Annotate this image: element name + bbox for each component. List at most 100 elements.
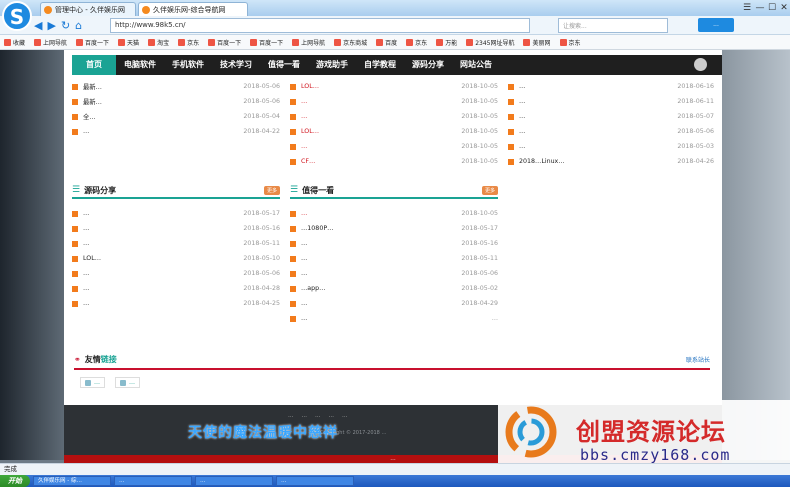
bullet-icon: [290, 158, 296, 165]
list-item[interactable]: … 2018-05-03: [508, 139, 714, 154]
nav-item[interactable]: 网站公告: [452, 55, 500, 75]
list-item[interactable]: 最新… 2018-05-06: [72, 79, 280, 94]
taskbar-item[interactable]: …: [195, 476, 273, 486]
friend-link-1[interactable]: …: [80, 377, 105, 388]
back-icon[interactable]: ◀: [34, 19, 42, 32]
nav-buttons: ◀ ▶ ↻ ⌂: [34, 18, 82, 33]
list-item[interactable]: … 2018-04-28: [72, 281, 280, 296]
footer-link[interactable]: …: [315, 413, 321, 419]
more-button[interactable]: 更多: [481, 185, 498, 195]
item-date: 2018-10-05: [461, 210, 498, 217]
more-button[interactable]: 更多: [263, 185, 280, 195]
list-item[interactable]: LOL… 2018-10-05: [290, 79, 498, 94]
list-item[interactable]: … 2018-05-11: [72, 236, 280, 251]
list-item[interactable]: … 2018-06-16: [508, 79, 714, 94]
list-item[interactable]: …app… 2018-05-02: [290, 281, 498, 296]
nav-item[interactable]: 游戏助手: [308, 55, 356, 75]
bookmark-item[interactable]: 2345网址导航: [466, 38, 514, 47]
list-item[interactable]: LOL… 2018-10-05: [290, 124, 498, 139]
bullet-icon: [72, 98, 78, 105]
list-item[interactable]: … 2018-05-11: [290, 251, 498, 266]
footer-link[interactable]: …: [329, 413, 335, 419]
bookmark-item[interactable]: 百度一下: [250, 38, 283, 47]
item-date: 2018-05-06: [461, 270, 498, 277]
item-date: 2018-10-05: [461, 143, 498, 150]
bullet-icon: [508, 158, 514, 165]
section-header-source: ☰ 源码分享 更多: [72, 183, 280, 199]
bookmark-item[interactable]: 百度一下: [208, 38, 241, 47]
bookmark-item[interactable]: 京东: [178, 38, 199, 47]
list-item[interactable]: … 2018-10-05: [290, 206, 498, 221]
bookmark-item[interactable]: 百度: [376, 38, 397, 47]
list-item[interactable]: … 2018-04-29: [290, 296, 498, 311]
bookmark-item[interactable]: 淘宝: [148, 38, 169, 47]
list-item[interactable]: …1080P… 2018-05-17: [290, 221, 498, 236]
url-input[interactable]: http://www.98k5.cn/: [110, 18, 530, 33]
bookmark-item[interactable]: 上网导航: [292, 38, 325, 47]
menu-icon[interactable]: ☰: [740, 2, 754, 14]
list-item[interactable]: … 2018-10-05: [290, 109, 498, 124]
bookmark-label: 百度一下: [85, 39, 110, 47]
bookmark-item[interactable]: 美丽网: [523, 38, 551, 47]
footer-link[interactable]: …: [342, 413, 348, 419]
list-item[interactable]: … 2018-05-06: [508, 124, 714, 139]
nav-item[interactable]: 技术学习: [212, 55, 260, 75]
tab-favicon-icon: [142, 6, 150, 14]
start-button[interactable]: 开始: [0, 475, 30, 487]
bookmark-item[interactable]: 上网导航: [34, 38, 67, 47]
browser-logo[interactable]: S: [2, 1, 32, 31]
list-item[interactable]: 全… 2018-05-04: [72, 109, 280, 124]
bookmark-item[interactable]: 京东: [559, 38, 581, 47]
list-item[interactable]: … 2018-05-06: [72, 266, 280, 281]
item-title: LOL…: [301, 83, 320, 90]
list-item[interactable]: … 2018-06-11: [508, 94, 714, 109]
search-input[interactable]: 让搜索...: [558, 18, 668, 33]
forward-icon[interactable]: ▶: [47, 19, 55, 32]
list-item[interactable]: … 2018-04-22: [72, 124, 280, 139]
browser-tab-1[interactable]: 管理中心 - 久伴娱乐网: [40, 2, 136, 16]
bullet-icon: [290, 225, 296, 232]
nav-item[interactable]: 值得一看: [260, 55, 308, 75]
bookmark-item[interactable]: 天猫: [118, 38, 139, 47]
list-item[interactable]: 2018…Linux… 2018-04-26: [508, 154, 714, 169]
nav-item[interactable]: 手机软件: [164, 55, 212, 75]
bookmark-item[interactable]: 京东: [406, 38, 427, 47]
list-item[interactable]: … 2018-10-05: [290, 139, 498, 154]
nav-item[interactable]: 首页: [72, 55, 116, 75]
bookmarks-bar: 收藏 上网导航 百度一下 天猫 淘宝 京东 百度一下 百度一下 上网导航 京东商城 百度 京东 万能 23…: [0, 35, 790, 50]
bullet-icon: [508, 98, 514, 105]
list-item[interactable]: … 2018-05-07: [508, 109, 714, 124]
list-item[interactable]: … 2018-05-16: [290, 236, 498, 251]
apply-link[interactable]: 联系站长: [686, 355, 710, 364]
bookmark-item[interactable]: 收藏: [4, 38, 25, 47]
nav-item[interactable]: 自学教程: [356, 55, 404, 75]
list-item[interactable]: ……: [290, 311, 498, 326]
login-button[interactable]: ...: [698, 18, 734, 32]
list-item[interactable]: … 2018-05-17: [72, 206, 280, 221]
taskbar-item[interactable]: …: [276, 476, 354, 486]
item-title: …: [83, 210, 90, 217]
bookmark-item[interactable]: 京东商城: [334, 38, 367, 47]
nav-item[interactable]: 电脑软件: [116, 55, 164, 75]
list-item[interactable]: 最新… 2018-05-06: [72, 94, 280, 109]
bookmark-item[interactable]: 万能: [436, 38, 457, 47]
home-icon[interactable]: ⌂: [75, 19, 82, 32]
list-item[interactable]: … 2018-10-05: [290, 94, 498, 109]
list-item[interactable]: CF… 2018-10-05: [290, 154, 498, 169]
user-icon[interactable]: [694, 58, 707, 71]
list-item[interactable]: … 2018-05-06: [290, 266, 498, 281]
footer-link[interactable]: …: [302, 413, 308, 419]
footer-link[interactable]: …: [288, 413, 294, 419]
refresh-icon[interactable]: ↻: [61, 19, 70, 32]
nav-item[interactable]: 源码分享: [404, 55, 452, 75]
browser-tab-2[interactable]: 久伴娱乐网-综合导航网: [138, 2, 248, 16]
bookmark-item[interactable]: 百度一下: [76, 38, 109, 47]
close-button[interactable]: ✕: [777, 2, 790, 14]
taskbar-item[interactable]: 久伴娱乐网 - 综…: [33, 476, 111, 486]
taskbar-item[interactable]: …: [114, 476, 192, 486]
bullet-icon: [290, 255, 296, 262]
list-item[interactable]: … 2018-04-25: [72, 296, 280, 311]
list-item[interactable]: LOL… 2018-05-10: [72, 251, 280, 266]
friend-link-2[interactable]: …: [115, 377, 140, 388]
list-item[interactable]: … 2018-05-16: [72, 221, 280, 236]
